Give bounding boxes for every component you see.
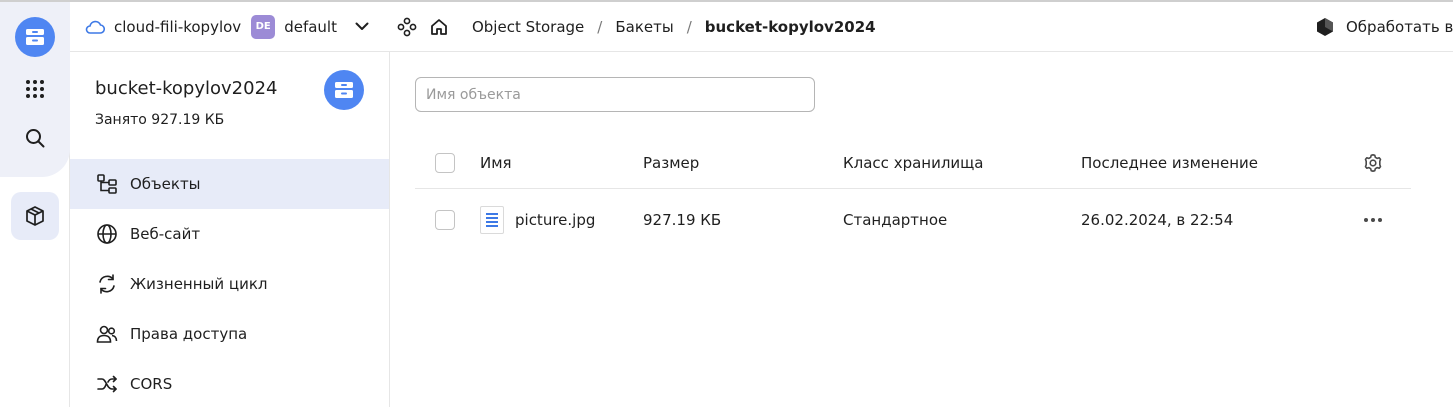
file-document-icon — [480, 206, 504, 234]
sidebar-item-objects[interactable]: Объекты — [70, 159, 389, 209]
table-row[interactable]: picture.jpg 927.19 КБ Стандартное 26.02.… — [415, 195, 1411, 245]
hexagon-logo-icon — [1317, 17, 1333, 36]
sidebar-item-website[interactable]: Веб-сайт — [70, 209, 389, 259]
row-checkbox[interactable] — [435, 195, 455, 245]
cloud-icon — [85, 20, 105, 34]
cloud-selector[interactable]: cloud-fili-kopylov — [85, 18, 241, 36]
breadcrumb-current-bucket: bucket-kopylov2024 — [704, 17, 876, 36]
sidebar-item-lifecycle[interactable]: Жизненный цикл — [70, 259, 389, 309]
breadcrumb-separator: / — [686, 17, 692, 36]
breadcrumb-separator: / — [597, 17, 603, 36]
sidebar-item-label: CORS — [130, 375, 173, 393]
chevron-down-icon — [355, 22, 369, 30]
object-name-cell[interactable]: picture.jpg — [480, 195, 595, 245]
search-icon[interactable] — [15, 118, 55, 158]
object-modified-date: 26.02.2024, в 22:54 — [1081, 211, 1234, 229]
object-storage-class: Стандартное — [843, 211, 948, 229]
column-header-name[interactable]: Имя — [480, 137, 512, 188]
object-storage-logo-icon[interactable] — [15, 17, 55, 57]
sidebar-item-label: Объекты — [130, 175, 201, 193]
object-name[interactable]: picture.jpg — [515, 211, 595, 229]
column-header-storage-class[interactable]: Класс хранилища — [843, 137, 984, 188]
folder-selector[interactable]: DE default — [251, 14, 369, 39]
folder-name: default — [284, 17, 337, 36]
breadcrumb-buckets[interactable]: Бакеты — [615, 18, 673, 36]
object-size: 927.19 КБ — [643, 211, 722, 229]
row-actions-more-icon[interactable] — [1363, 195, 1383, 245]
table-header: Имя Размер Класс хранилища Последнее изм… — [415, 137, 1411, 189]
lifecycle-icon — [95, 272, 119, 296]
process-action-label: Обработать в — [1346, 17, 1453, 36]
sidebar-item-label: Веб-сайт — [130, 225, 201, 243]
breadcrumb-object-storage[interactable]: Object Storage — [472, 18, 584, 36]
objects-tree-icon — [95, 172, 119, 196]
bucket-avatar-icon — [324, 70, 364, 110]
sidebar-item-label: Права доступа — [130, 325, 248, 343]
users-icon — [95, 322, 119, 346]
process-action-button[interactable]: Обработать в — [1315, 17, 1453, 37]
bucket-sidebar: bucket-kopylov2024 Занято 927.19 КБ Объе… — [70, 52, 390, 407]
cloud-name: cloud-fili-kopylov — [114, 17, 242, 36]
storage-service-icon[interactable] — [11, 192, 59, 240]
folder-badge: DE — [251, 14, 276, 39]
globe-icon — [95, 222, 119, 246]
sidebar-item-cors[interactable]: CORS — [70, 359, 389, 407]
column-header-size[interactable]: Размер — [643, 137, 699, 188]
column-header-modified[interactable]: Последнее изменение — [1081, 137, 1258, 188]
bucket-title: bucket-kopylov2024 — [95, 78, 278, 99]
sidebar-item-label: Жизненный цикл — [130, 275, 268, 293]
home-icon[interactable] — [429, 17, 449, 37]
column-settings-gear-icon[interactable] — [1363, 137, 1383, 188]
top-bar: cloud-fili-kopylov DE default Object Sto… — [70, 2, 1453, 52]
service-map-icon[interactable] — [397, 17, 417, 37]
objects-panel: Имя Размер Класс хранилища Последнее изм… — [390, 52, 1453, 407]
object-search-input[interactable] — [415, 77, 815, 112]
services-grid-icon[interactable] — [15, 69, 55, 109]
sidebar-item-access-rights[interactable]: Права доступа — [70, 309, 389, 359]
shuffle-icon — [95, 372, 119, 396]
bucket-used-space: Занято 927.19 КБ — [95, 112, 225, 128]
left-rail — [0, 2, 70, 407]
select-all-checkbox[interactable] — [435, 137, 455, 188]
